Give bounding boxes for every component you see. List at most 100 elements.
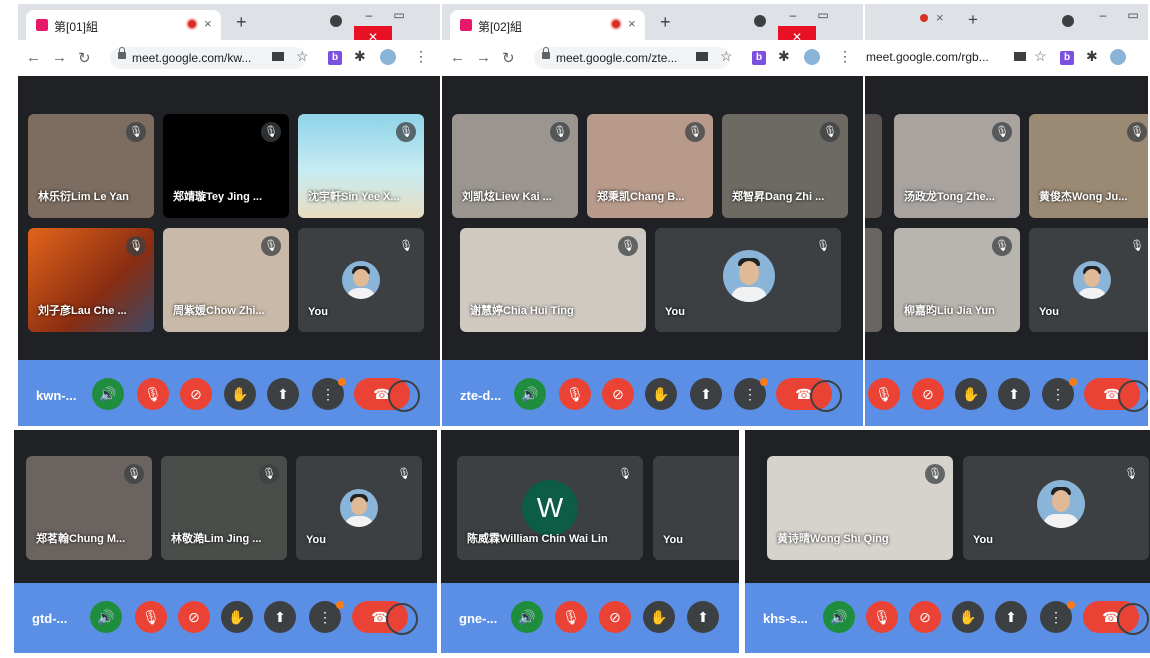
camera-off-button[interactable]: ⊘ <box>909 601 941 633</box>
star-icon[interactable]: ☆ <box>1034 48 1047 65</box>
participant-tile[interactable] <box>864 114 882 218</box>
new-tab-button[interactable]: + <box>236 12 247 33</box>
camera-off-button[interactable]: ⊘ <box>180 378 212 410</box>
camera-off-button[interactable]: ⊘ <box>602 378 634 410</box>
camera-icon[interactable] <box>272 52 284 61</box>
chevron-up-icon[interactable] <box>386 603 418 635</box>
participant-tile-self[interactable]: 🎙 You <box>298 228 424 332</box>
new-tab-button[interactable]: + <box>968 10 978 30</box>
meeting-code[interactable]: gne-... <box>459 611 497 626</box>
mic-off-button[interactable]: 🎙 <box>135 601 167 633</box>
speaker-button[interactable]: 🔊 <box>514 378 546 410</box>
mic-off-button[interactable]: 🎙 <box>559 378 591 410</box>
menu-icon[interactable]: ⋮ <box>838 48 852 65</box>
avatar-icon[interactable] <box>1110 49 1126 65</box>
star-icon[interactable]: ☆ <box>296 48 309 65</box>
participant-tile[interactable]: 🎙 郑靖璇Tey Jing ... <box>163 114 289 218</box>
chevron-up-icon[interactable] <box>810 380 842 412</box>
present-button[interactable]: ⬆ <box>998 378 1030 410</box>
back-icon[interactable]: ← <box>26 49 41 66</box>
participant-tile-self[interactable]: 🎙 You <box>1029 228 1148 332</box>
speaker-button[interactable]: 🔊 <box>90 601 122 633</box>
meeting-code[interactable]: gtd-... <box>32 611 67 626</box>
participant-tile[interactable]: 🎙 柳嘉昀Liu Jia Yun <box>894 228 1020 332</box>
new-tab-button[interactable]: + <box>660 12 671 33</box>
reload-icon[interactable]: ↻ <box>78 49 91 67</box>
close-tab-icon[interactable]: × <box>628 16 636 31</box>
window-controls[interactable]: – ▭✕ <box>354 4 440 48</box>
chevron-up-icon[interactable] <box>1117 603 1149 635</box>
camera-icon[interactable] <box>696 52 708 61</box>
speaker-button[interactable]: 🔊 <box>823 601 855 633</box>
participant-tile[interactable]: 🎙 沈宇軒Sin Yee X... <box>298 114 424 218</box>
participant-tile[interactable]: 🎙 黄诗晴Wong Shi Qing <box>767 456 953 560</box>
star-icon[interactable]: ☆ <box>720 48 733 65</box>
participant-tile-self[interactable]: 🎙 You <box>653 456 739 560</box>
close-tab-icon[interactable]: × <box>936 10 944 25</box>
present-button[interactable]: ⬆ <box>264 601 296 633</box>
participant-tile-self[interactable]: 🎙 You <box>296 456 422 560</box>
camera-off-button[interactable]: ⊘ <box>912 378 944 410</box>
mic-off-button[interactable]: 🎙 <box>866 601 898 633</box>
meeting-code[interactable]: zte-d... <box>460 388 501 403</box>
window-controls[interactable]: – ▭ <box>1088 4 1148 30</box>
forward-icon[interactable]: → <box>476 49 491 66</box>
participant-tile[interactable]: 🎙 黄俊杰Wong Ju... <box>1029 114 1148 218</box>
avatar-icon[interactable] <box>804 49 820 65</box>
present-button[interactable]: ⬆ <box>995 601 1027 633</box>
camera-off-button[interactable]: ⊘ <box>178 601 210 633</box>
avatar-icon[interactable] <box>380 49 396 65</box>
mic-off-button[interactable]: 🎙 <box>868 378 900 410</box>
present-button[interactable]: ⬆ <box>690 378 722 410</box>
extension-icon[interactable]: b <box>328 51 342 65</box>
profile-icon[interactable] <box>330 15 342 27</box>
close-tab-icon[interactable]: × <box>204 16 212 31</box>
present-button[interactable]: ⬆ <box>687 601 719 633</box>
speaker-button[interactable]: 🔊 <box>511 601 543 633</box>
raise-hand-button[interactable]: ✋ <box>643 601 675 633</box>
puzzle-icon[interactable]: ✱ <box>354 48 366 65</box>
extension-icon[interactable]: b <box>752 51 766 65</box>
meeting-code[interactable]: khs-s... <box>763 611 808 626</box>
participant-tile-self[interactable]: 🎙 You <box>963 456 1149 560</box>
mic-off-button[interactable]: 🎙 <box>555 601 587 633</box>
puzzle-icon[interactable]: ✱ <box>778 48 790 65</box>
raise-hand-button[interactable]: ✋ <box>224 378 256 410</box>
present-button[interactable]: ⬆ <box>267 378 299 410</box>
raise-hand-button[interactable]: ✋ <box>955 378 987 410</box>
chevron-up-icon[interactable] <box>388 380 420 412</box>
camera-icon[interactable] <box>1014 52 1026 61</box>
participant-tile[interactable]: 🎙 林敬澔Lim Jing ... <box>161 456 287 560</box>
participant-tile[interactable]: 🎙 刘子彦Lau Che ... <box>28 228 154 332</box>
participant-tile[interactable]: 🎙 谢慧婷Chia Hui Ting <box>460 228 646 332</box>
participant-tile[interactable]: 🎙 刘凯炫Liew Kai ... <box>452 114 578 218</box>
forward-icon[interactable]: → <box>52 49 67 66</box>
participant-tile[interactable]: 🎙 郑茗翰Chung M... <box>26 456 152 560</box>
browser-tab[interactable]: 第[01]組 × <box>26 10 221 40</box>
extension-icon[interactable]: b <box>1060 51 1074 65</box>
raise-hand-button[interactable]: ✋ <box>952 601 984 633</box>
raise-hand-button[interactable]: ✋ <box>221 601 253 633</box>
meeting-code[interactable]: kwn-... <box>36 388 76 403</box>
speaker-button[interactable]: 🔊 <box>92 378 124 410</box>
participant-tile[interactable]: 🎙 郑秉凯Chang B... <box>587 114 713 218</box>
raise-hand-button[interactable]: ✋ <box>645 378 677 410</box>
participant-tile[interactable]: 🎙 林乐衍Lim Le Yan <box>28 114 154 218</box>
mic-off-button[interactable]: 🎙 <box>137 378 169 410</box>
browser-tab[interactable]: 第[02]組 × <box>450 10 645 40</box>
window-controls[interactable]: – ▭✕ <box>778 4 863 48</box>
participant-tile[interactable] <box>864 228 882 332</box>
reload-icon[interactable]: ↻ <box>502 49 515 67</box>
chevron-up-icon[interactable] <box>1118 380 1148 412</box>
profile-icon[interactable] <box>754 15 766 27</box>
url-text[interactable]: meet.google.com/rgb... <box>866 50 989 64</box>
back-icon[interactable]: ← <box>450 49 465 66</box>
profile-icon[interactable] <box>1062 15 1074 27</box>
participant-tile-self[interactable]: 🎙 You <box>655 228 841 332</box>
puzzle-icon[interactable]: ✱ <box>1086 48 1098 65</box>
menu-icon[interactable]: ⋮ <box>414 48 428 65</box>
participant-tile[interactable]: 🎙 汤政龙Tong Zhe... <box>894 114 1020 218</box>
participant-tile[interactable]: 🎙 W 陈威霖William Chin Wai Lin <box>457 456 643 560</box>
participant-tile[interactable]: 🎙 郑智昇Dang Zhi ... <box>722 114 848 218</box>
participant-tile[interactable]: 🎙 周紫媛Chow Zhi... <box>163 228 289 332</box>
